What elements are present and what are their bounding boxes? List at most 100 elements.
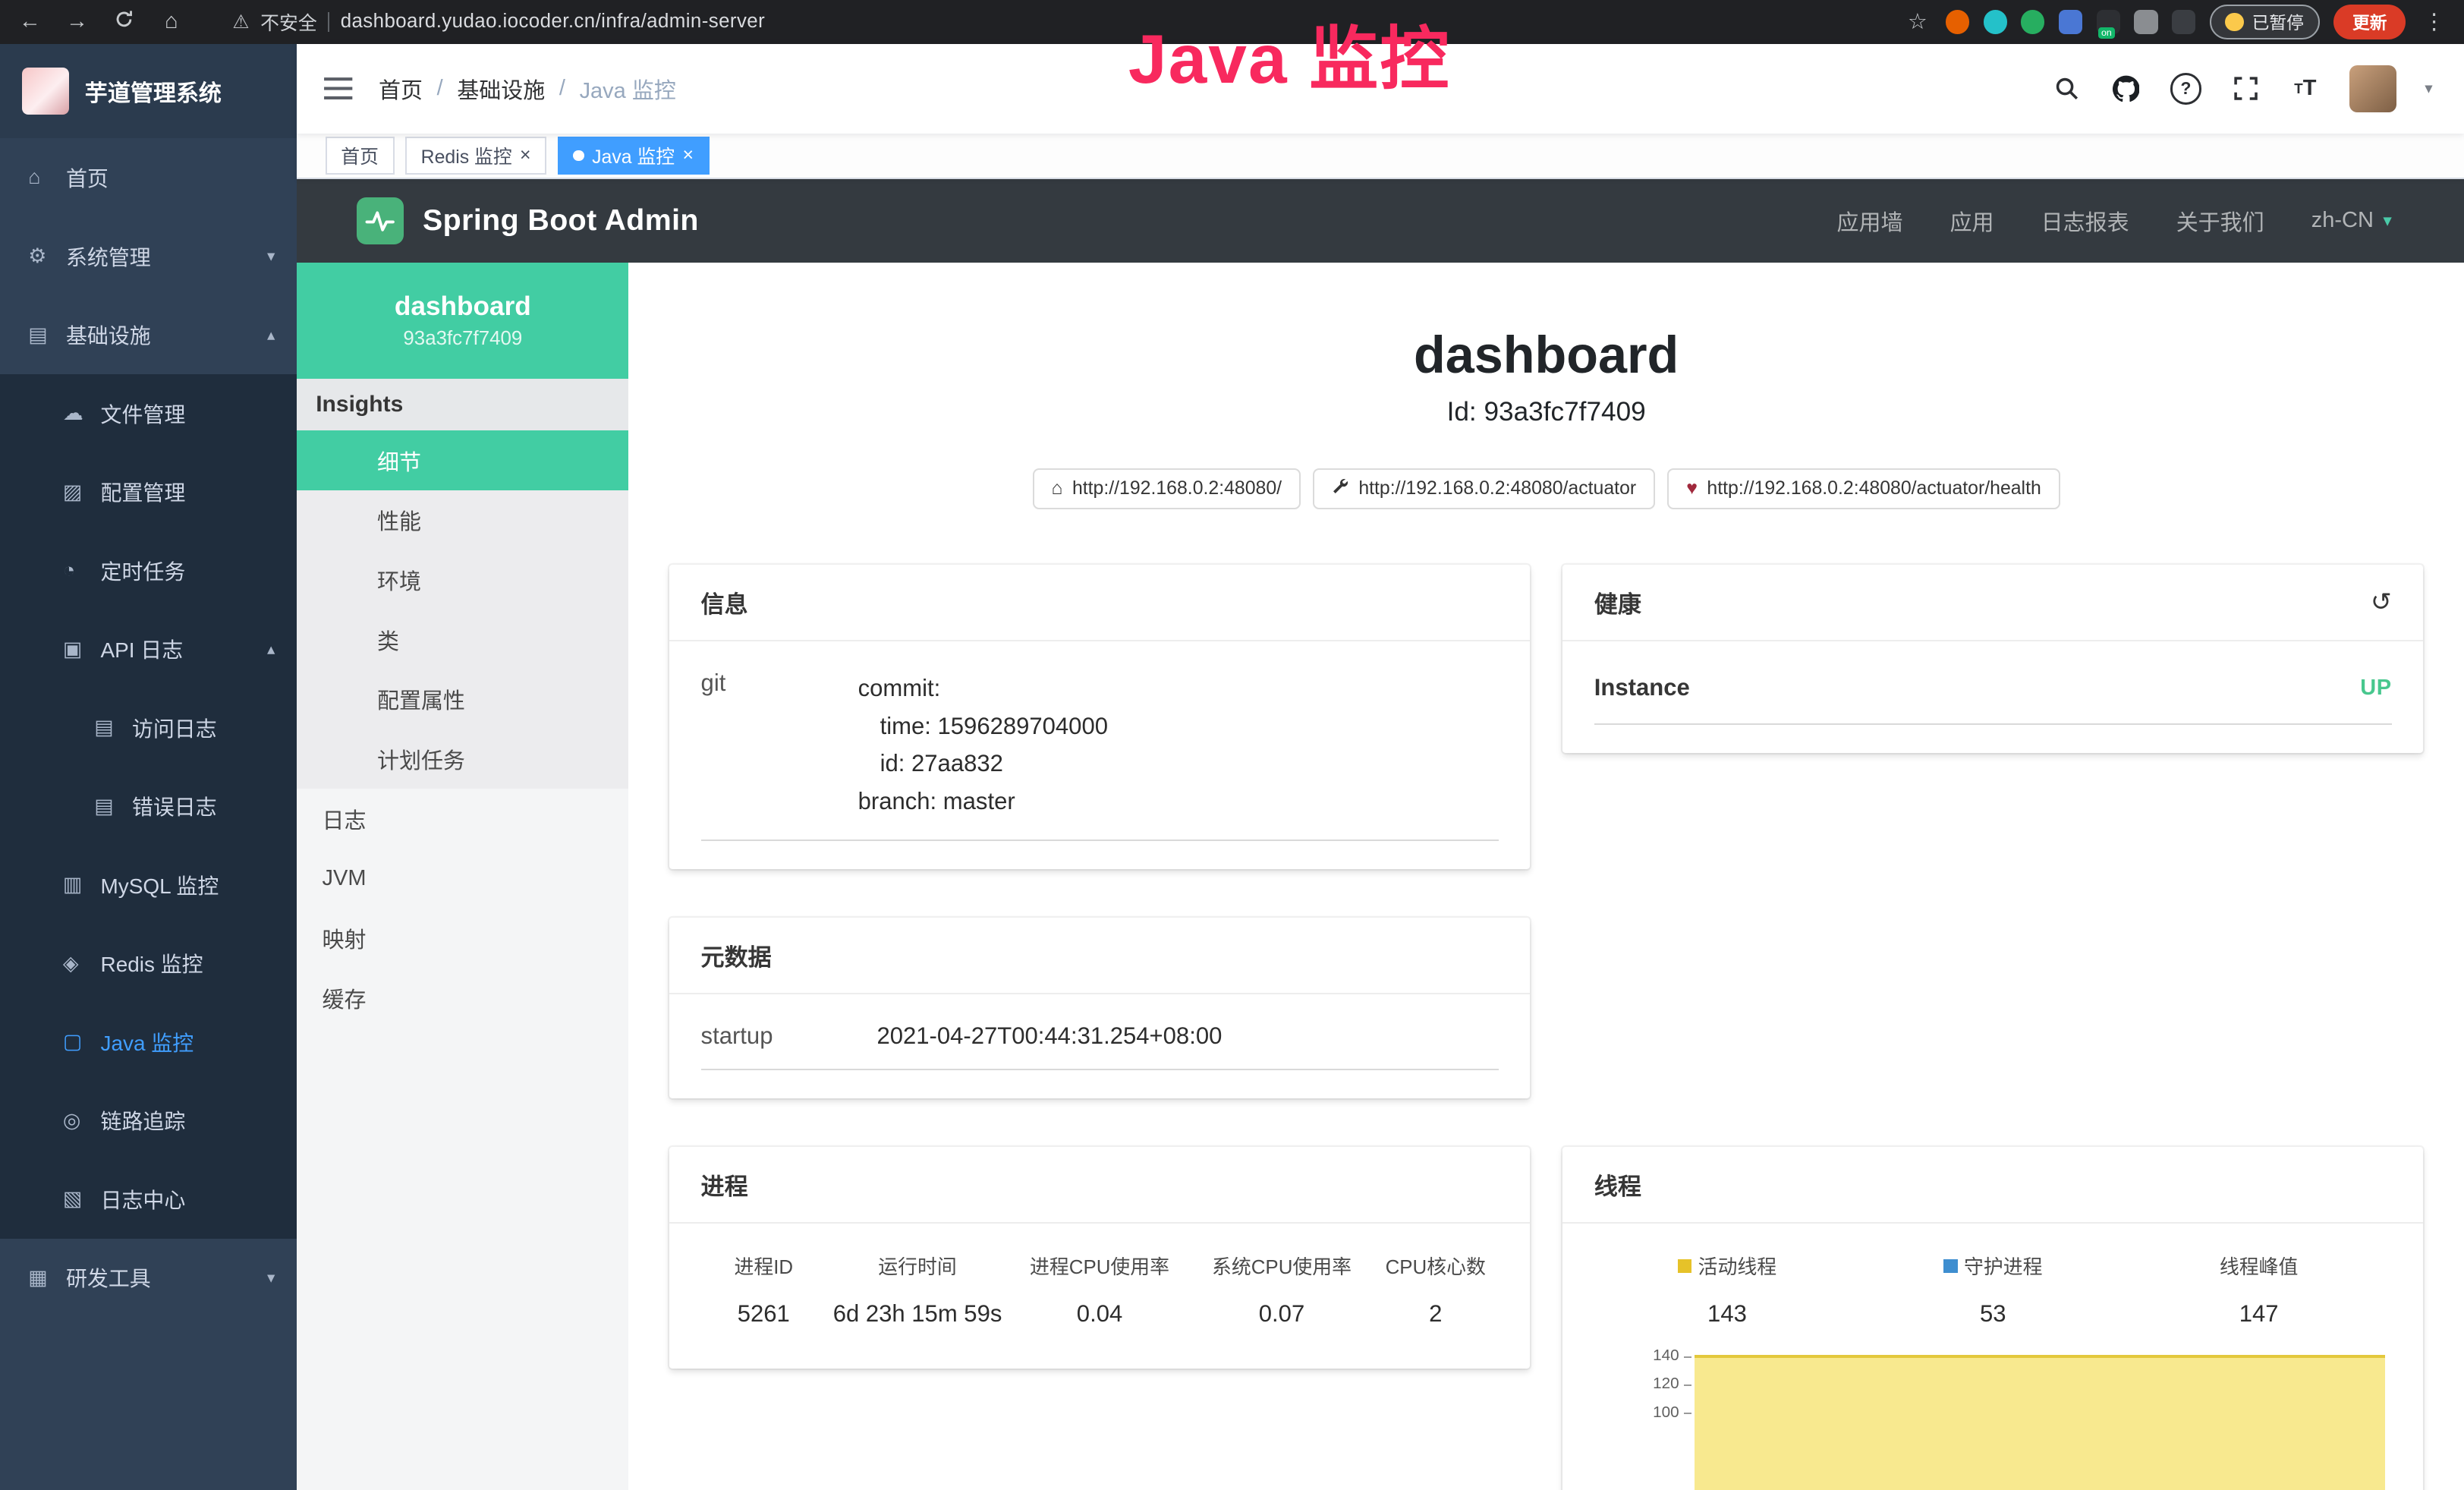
extension-icon-drop[interactable]	[1984, 10, 2007, 33]
back-icon[interactable]: ←	[16, 9, 44, 34]
help-icon[interactable]: ?	[2170, 73, 2201, 104]
extension-icon-leaf[interactable]	[2134, 10, 2157, 33]
extension-icon-dark[interactable]	[2172, 10, 2195, 33]
tab-home[interactable]: 首页	[326, 137, 395, 175]
user-caret-icon[interactable]: ▾	[2425, 79, 2432, 98]
paused-badge[interactable]: 已暂停	[2210, 5, 2320, 39]
link-button-actuator[interactable]: http://192.168.0.2:48080/actuator	[1313, 468, 1655, 509]
history-icon[interactable]: ↺	[2371, 587, 2392, 617]
legend-label: 活动线程	[1698, 1252, 1777, 1280]
sidebar-item-scheduled-jobs[interactable]: ◔ 定时任务	[0, 531, 297, 610]
tab-label: 首页	[341, 142, 379, 169]
sba-item-metrics[interactable]: 性能	[297, 490, 628, 550]
legend-value: 147	[2126, 1300, 2391, 1328]
sidebar-item-api-logs[interactable]: ▣ API 日志 ▴	[0, 610, 297, 688]
sba-item-environment[interactable]: 环境	[297, 550, 628, 610]
close-icon[interactable]: ×	[682, 146, 694, 165]
health-heart-icon: ♥	[1686, 478, 1698, 499]
sidebar-item-dev-tools[interactable]: ▦ 研发工具 ▾	[0, 1239, 297, 1318]
update-button[interactable]: 更新	[2333, 5, 2406, 39]
sidebar-item-mysql-monitor[interactable]: ▥ MySQL 监控	[0, 846, 297, 925]
address-bar[interactable]: ⚠ 不安全 dashboard.yudao.iocoder.cn/infra/a…	[204, 8, 1884, 36]
sidebar-item-home[interactable]: ⌂ 首页	[0, 138, 297, 217]
sba-item-scheduled-tasks[interactable]: 计划任务	[297, 729, 628, 789]
user-avatar[interactable]	[2349, 65, 2396, 112]
nav-journal[interactable]: 日志报表	[2041, 205, 2129, 237]
collapse-sidebar-icon[interactable]	[323, 76, 354, 101]
smiley-icon	[2225, 13, 2244, 32]
sidebar-item-infrastructure[interactable]: ▤ 基础设施 ▴	[0, 295, 297, 374]
sidebar-item-file-mgmt[interactable]: ☁ 文件管理	[0, 374, 297, 453]
sidebar-item-log-center[interactable]: ▧ 日志中心	[0, 1160, 297, 1239]
breadcrumb-separator: /	[437, 76, 443, 101]
sba-item-logs[interactable]: 日志	[297, 789, 628, 849]
chrome-menu-icon[interactable]: ⋮	[2420, 8, 2448, 35]
sidebar-item-label: Java 监控	[101, 1027, 194, 1057]
mysql-icon: ▥	[63, 873, 101, 896]
sba-item-config-props[interactable]: 配置属性	[297, 669, 628, 729]
extension-icon-grid[interactable]	[2059, 10, 2082, 33]
browser-home-icon[interactable]: ⌂	[157, 9, 185, 34]
app-logo-area[interactable]: 芋道管理系统	[0, 44, 297, 138]
nav-applications[interactable]: 应用	[1950, 205, 1994, 237]
link-button-root[interactable]: ⌂ http://192.168.0.2:48080/	[1033, 468, 1301, 509]
sba-frame: Spring Boot Admin 应用墙 应用 日志报表 关于我们 zh-CN…	[297, 179, 2464, 1490]
tab-redis-monitor[interactable]: Redis 监控 ×	[405, 137, 546, 175]
forward-icon[interactable]: →	[63, 9, 91, 34]
instance-name: dashboard	[395, 291, 531, 322]
sba-item-classes[interactable]: 类	[297, 610, 628, 669]
sba-item-jvm[interactable]: JVM	[297, 849, 628, 909]
search-icon[interactable]	[2050, 73, 2082, 104]
sidebar-item-tracing[interactable]: ◎ 链路追踪	[0, 1082, 297, 1161]
breadcrumb: 首页 / 基础设施 / Java 监控	[379, 73, 676, 105]
info-value: commit: time: 1596289704000 id: 27aa832 …	[858, 669, 1108, 821]
instance-header[interactable]: dashboard 93a3fc7f7409	[297, 263, 628, 379]
sidebar-item-label: API 日志	[101, 634, 184, 664]
extension-icon-green[interactable]	[2021, 10, 2044, 33]
sidebar-item-label: 首页	[66, 162, 109, 193]
locale-select[interactable]: zh-CN ▾	[2311, 208, 2392, 233]
sba-item-caches[interactable]: 缓存	[297, 968, 628, 1028]
y-tick: 100	[1653, 1403, 1691, 1432]
sidebar-item-label: 访问日志	[132, 713, 217, 743]
sidebar-item-system-mgmt[interactable]: ⚙ 系统管理 ▾	[0, 217, 297, 296]
breadcrumb-separator: /	[559, 76, 565, 101]
health-key: Instance	[1594, 674, 1690, 701]
threads-card: 线程 活动线程 143	[1562, 1147, 2423, 1490]
chevron-up-icon: ▴	[267, 326, 275, 345]
fullscreen-icon[interactable]	[2230, 73, 2261, 104]
nav-wall[interactable]: 应用墙	[1837, 205, 1903, 237]
git-branch-line: branch: master	[858, 783, 1108, 821]
sidebar-item-java-monitor[interactable]: ▢ Java 监控	[0, 1003, 297, 1082]
bookmark-star-icon[interactable]: ☆	[1903, 8, 1931, 35]
extension-icon-fox[interactable]	[1946, 10, 1969, 33]
nav-about[interactable]: 关于我们	[2176, 205, 2264, 237]
redis-icon: ◈	[63, 952, 101, 975]
breadcrumb-section[interactable]: 基础设施	[457, 73, 545, 105]
github-icon[interactable]	[2110, 73, 2141, 104]
sba-brand[interactable]: Spring Boot Admin	[357, 197, 699, 244]
url-text[interactable]: dashboard.yudao.iocoder.cn/infra/admin-s…	[341, 11, 765, 33]
sidebar-item-label: 基础设施	[66, 320, 151, 350]
sidebar-item-error-logs[interactable]: ▤ 错误日志	[0, 767, 297, 846]
sba-item-mappings[interactable]: 映射	[297, 909, 628, 969]
card-title: 元数据	[701, 938, 772, 972]
breadcrumb-home[interactable]: 首页	[379, 73, 423, 105]
sba-item-details[interactable]: 细节	[297, 430, 628, 490]
tab-java-monitor[interactable]: Java 监控 ×	[558, 137, 710, 175]
info-card: 信息 git commit: time: 1596289704000 id: 2…	[669, 565, 1530, 869]
y-tick: 120	[1653, 1375, 1691, 1403]
active-dot-icon	[573, 150, 584, 161]
link-label: http://192.168.0.2:48080/actuator/health	[1707, 478, 2041, 499]
extension-icon-switch[interactable]: on	[2097, 10, 2120, 33]
sidebar-item-access-logs[interactable]: ▤ 访问日志	[0, 688, 297, 767]
sidebar-item-redis-monitor[interactable]: ◈ Redis 监控	[0, 925, 297, 1003]
close-icon[interactable]: ×	[520, 146, 531, 165]
font-size-icon[interactable]: TT	[2289, 73, 2321, 104]
app-root: 芋道管理系统 ⌂ 首页 ⚙ 系统管理 ▾ ▤ 基础设施 ▴ ☁ 文件管理 ▨ 配…	[0, 44, 2464, 1490]
sidebar-item-config-mgmt[interactable]: ▨ 配置管理	[0, 452, 297, 531]
link-button-health[interactable]: ♥ http://192.168.0.2:48080/actuator/heal…	[1667, 468, 2060, 509]
refresh-icon[interactable]	[110, 9, 138, 36]
info-row-git: git commit: time: 1596289704000 id: 27aa…	[701, 647, 1499, 841]
health-card: 健康 ↺ Instance UP	[1562, 565, 2423, 754]
